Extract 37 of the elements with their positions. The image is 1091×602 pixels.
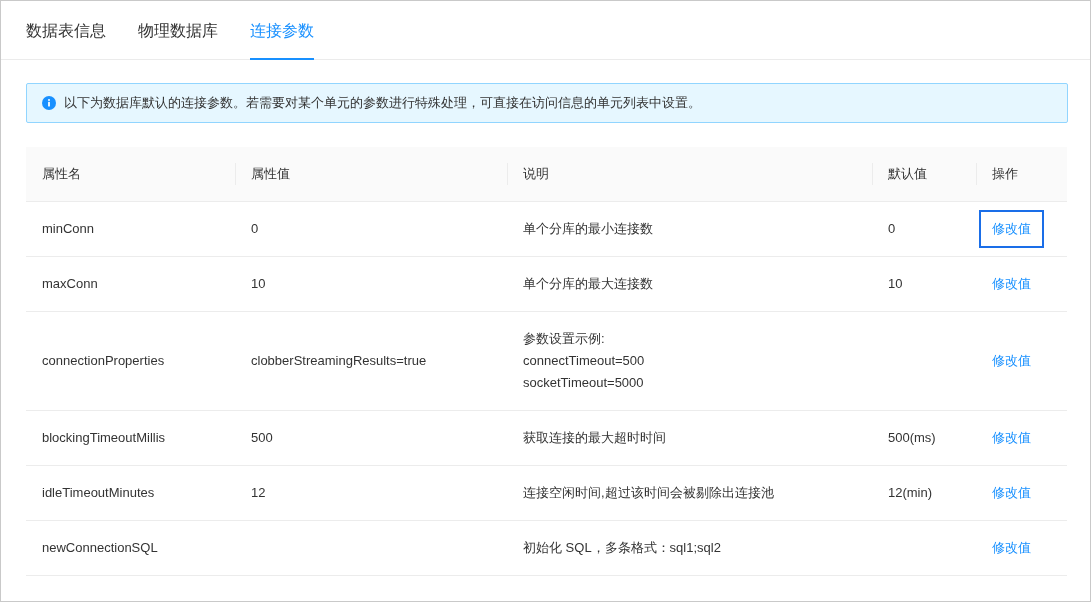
table-cell: newConnectionSQL <box>26 520 235 575</box>
table-cell: 10 <box>872 256 976 311</box>
column-header: 操作 <box>976 147 1067 201</box>
table-cell: 0 <box>872 201 976 256</box>
table-cell: 初始化 SQL，多条格式：sql1;sql2 <box>507 520 872 575</box>
tab[interactable]: 数据表信息 <box>26 1 106 60</box>
table-cell: 0 <box>235 201 507 256</box>
table-cell: 单个分库的最大连接数 <box>507 256 872 311</box>
table-cell: 500 <box>235 410 507 465</box>
table-cell: 连接空闲时间,超过该时间会被剔除出连接池 <box>507 465 872 520</box>
tab[interactable]: 物理数据库 <box>138 1 218 60</box>
table-cell: clobberStreamingResults=true <box>235 311 507 410</box>
table-cell: 12(min) <box>872 465 976 520</box>
table-cell: blockingTimeoutMillis <box>26 410 235 465</box>
table-cell: 12 <box>235 465 507 520</box>
column-header: 属性值 <box>235 147 507 201</box>
table-cell: minConn <box>26 201 235 256</box>
column-header: 默认值 <box>872 147 976 201</box>
column-header: 说明 <box>507 147 872 201</box>
info-icon <box>42 96 56 110</box>
tab[interactable]: 连接参数 <box>250 1 314 60</box>
table-cell: connectionProperties <box>26 311 235 410</box>
edit-value-link[interactable]: 修改值 <box>979 264 1044 303</box>
column-header: 属性名 <box>26 147 235 201</box>
table-cell: 参数设置示例: connectTimeout=500 socketTimeout=5000 <box>507 311 872 410</box>
table-cell: 500(ms) <box>872 410 976 465</box>
alert-text: 以下为数据库默认的连接参数。若需要对某个单元的参数进行特殊处理，可直接在访问信息的单元列表中设置。 <box>64 94 701 112</box>
table-cell: maxConn <box>26 256 235 311</box>
edit-value-link[interactable]: 修改值 <box>979 209 1044 248</box>
edit-value-link[interactable]: 修改值 <box>979 473 1044 512</box>
table-cell: 单个分库的最小连接数 <box>507 201 872 256</box>
table-cell: idleTimeoutMinutes <box>26 465 235 520</box>
edit-value-link[interactable]: 修改值 <box>979 528 1044 567</box>
table-cell: 获取连接的最大超时时间 <box>507 410 872 465</box>
table-cell: 10 <box>235 256 507 311</box>
edit-value-link[interactable]: 修改值 <box>979 418 1044 457</box>
edit-value-link[interactable]: 修改值 <box>979 341 1044 380</box>
